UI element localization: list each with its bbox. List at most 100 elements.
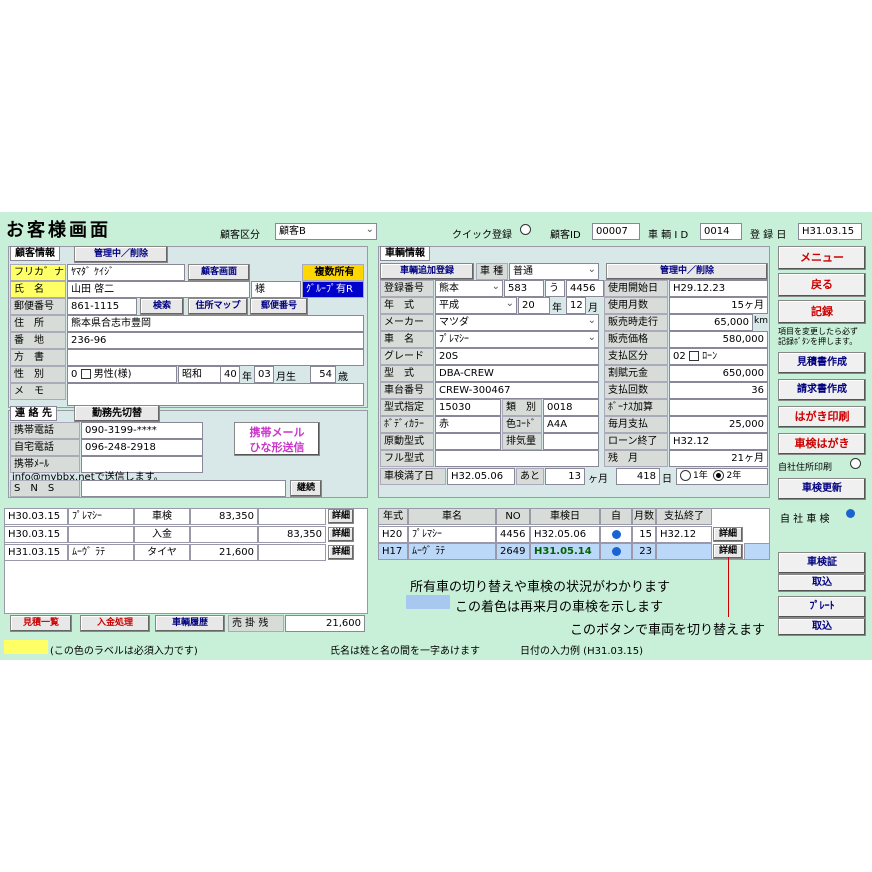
memo-input[interactable] (67, 383, 364, 406)
zip-input[interactable]: 861-1115 (67, 298, 137, 315)
vehicle-add-button[interactable]: 車輌追加登録 (380, 263, 474, 280)
grade-label: グレード (380, 348, 434, 365)
katagaki-label: 方 書 (10, 349, 66, 366)
vehicle-id-field[interactable]: 0014 (700, 223, 742, 240)
reg-area-value: 熊本 (439, 283, 459, 294)
katagaki-input[interactable] (67, 349, 364, 366)
displacement-input[interactable] (543, 433, 599, 450)
inspect-postcard-button[interactable]: 車検はがき (778, 433, 866, 455)
full-type-input[interactable] (435, 450, 599, 467)
balance-label: 売 掛 残 (228, 615, 284, 632)
group-label[interactable]: ｸﾞﾙｰﾌﾟ有R (302, 281, 364, 298)
model-year-era-select[interactable]: 平成 (435, 297, 517, 314)
estimate-create-button[interactable]: 見積書作成 (778, 352, 866, 374)
car-detail-button[interactable]: 詳細 (713, 527, 743, 542)
estimate-list-button[interactable]: 見積一覧 (10, 615, 72, 632)
grade-input[interactable]: 20S (435, 348, 599, 365)
customer-type-value: 顧客B (279, 226, 306, 237)
spec-label: 型式指定 (380, 399, 434, 416)
sama-label: 様 (251, 281, 301, 298)
vehicle-kind-select[interactable]: 普通 (509, 263, 599, 280)
invoice-create-button[interactable]: 請求書作成 (778, 379, 866, 401)
color-code-input[interactable]: A4A (543, 416, 599, 433)
mail-template-button[interactable]: 携帯メール ひな形送信 (234, 422, 320, 456)
history-detail-button[interactable]: 詳細 (328, 545, 354, 560)
radio-2year[interactable] (713, 470, 725, 481)
category-label: 類 別 (502, 399, 542, 416)
price-input[interactable]: 580,000 (669, 331, 768, 348)
maker-select[interactable]: マツダ (435, 314, 599, 331)
plate-import-button[interactable]: 取込 (778, 618, 866, 636)
principal-input[interactable]: 650,000 (669, 365, 768, 382)
cars-cell-no: 4456 (496, 526, 530, 543)
cars-cell-year: H17 (378, 543, 408, 560)
history-detail-button[interactable]: 詳細 (328, 509, 354, 524)
mobile-input[interactable]: 090-3199-**** (81, 422, 203, 439)
age-unit-label: 歳 (338, 372, 348, 383)
inspect-update-button[interactable]: 車検更新 (778, 478, 866, 500)
address-input[interactable]: 熊本県合志市豊岡 (67, 315, 364, 332)
type-input[interactable]: DBA-CREW (435, 365, 599, 382)
furigana-input[interactable]: ﾔﾏﾀﾞ ｹｲｼﾞ (67, 264, 185, 281)
monthly-input[interactable]: 25,000 (669, 416, 768, 433)
pay-count-label: 支払回数 (604, 382, 668, 399)
car-history-button[interactable]: 車輌履歴 (155, 615, 225, 632)
zip-lookup-button[interactable]: 郵便番号 (250, 298, 308, 315)
shaken-button[interactable]: 車検証 (778, 552, 866, 574)
reg-num-input[interactable]: 4456 (566, 280, 604, 297)
print-own-address-radio[interactable] (850, 458, 863, 470)
history-cell-paid: 83,350 (258, 526, 326, 543)
pay-count-input[interactable]: 36 (669, 382, 768, 399)
radio-1year[interactable] (680, 470, 691, 481)
history-cell-paid (258, 508, 326, 525)
sale-km-input[interactable]: 65,000 (669, 314, 753, 331)
model-year-input[interactable]: 20 (518, 297, 550, 314)
birth-month-input[interactable]: 03 (254, 366, 274, 383)
chassis-input[interactable]: CREW-300467 (435, 382, 599, 399)
banchi-input[interactable]: 236-96 (67, 332, 364, 349)
birth-year-input[interactable]: 40 (220, 366, 240, 383)
reg-kana-input[interactable]: う (545, 280, 565, 297)
date-note: 日付の入力例 (H31.03.15) (520, 646, 644, 657)
customer-type-select[interactable]: 顧客B (275, 223, 377, 240)
home-phone-input[interactable]: 096-248-2918 (81, 439, 203, 456)
gender-select[interactable]: 0 男性(様) (67, 366, 177, 383)
customer-screen-button[interactable]: 顧客画面 (188, 264, 250, 281)
postcard-print-button[interactable]: はがき印刷 (778, 406, 866, 428)
customer-id-field[interactable]: 00007 (592, 223, 640, 240)
bonus-input[interactable] (669, 399, 768, 416)
reg-area-select[interactable]: 熊本 (435, 280, 503, 297)
pay-type-select[interactable]: 02 ﾛｰﾝ (669, 348, 768, 365)
name-label: 氏 名 (10, 281, 66, 298)
start-date-input[interactable]: H29.12.23 (669, 280, 768, 297)
history-detail-button[interactable]: 詳細 (328, 527, 354, 542)
reg-class-input[interactable]: 583 (504, 280, 544, 297)
zip-search-button[interactable]: 検索 (140, 298, 184, 315)
model-month-input[interactable]: 12 (566, 297, 586, 314)
work-switch-button[interactable]: 勤務先切替 (74, 405, 160, 422)
shaken-import-button[interactable]: 取込 (778, 574, 866, 592)
car-name-label: 車 名 (380, 331, 434, 348)
inspect-input[interactable]: H32.05.06 (447, 468, 515, 485)
quick-register-radio[interactable] (520, 224, 533, 236)
name-input[interactable]: 山田 啓二 (67, 281, 250, 298)
car-name-select[interactable]: ﾌﾟﾚﾏｼｰ (435, 331, 599, 348)
payment-button[interactable]: 入金処理 (80, 615, 150, 632)
history-cell-date: H31.03.15 (4, 544, 68, 561)
color-input[interactable]: 赤 (435, 416, 501, 433)
plate-button[interactable]: ﾌﾟﾚｰﾄ (778, 596, 866, 618)
menu-button[interactable]: メニュー (778, 246, 866, 270)
category-input[interactable]: 0018 (543, 399, 599, 416)
address-map-button[interactable]: 住所マップ (188, 298, 248, 315)
continue-button[interactable]: 継続 (290, 480, 322, 497)
reg-date-field[interactable]: H31.03.15 (798, 223, 862, 240)
back-button[interactable]: 戻る (778, 273, 866, 297)
vehicle-kind-label: 車 種 (476, 263, 508, 280)
sns-input[interactable] (81, 480, 286, 497)
customer-manage-button[interactable]: 管理中／削除 (74, 246, 168, 263)
spec-input[interactable]: 15030 (435, 399, 501, 416)
record-button[interactable]: 記録 (778, 300, 866, 324)
vehicle-manage-button[interactable]: 管理中／削除 (606, 263, 768, 280)
gender-code: 0 (71, 369, 78, 380)
motor-input[interactable] (435, 433, 501, 450)
